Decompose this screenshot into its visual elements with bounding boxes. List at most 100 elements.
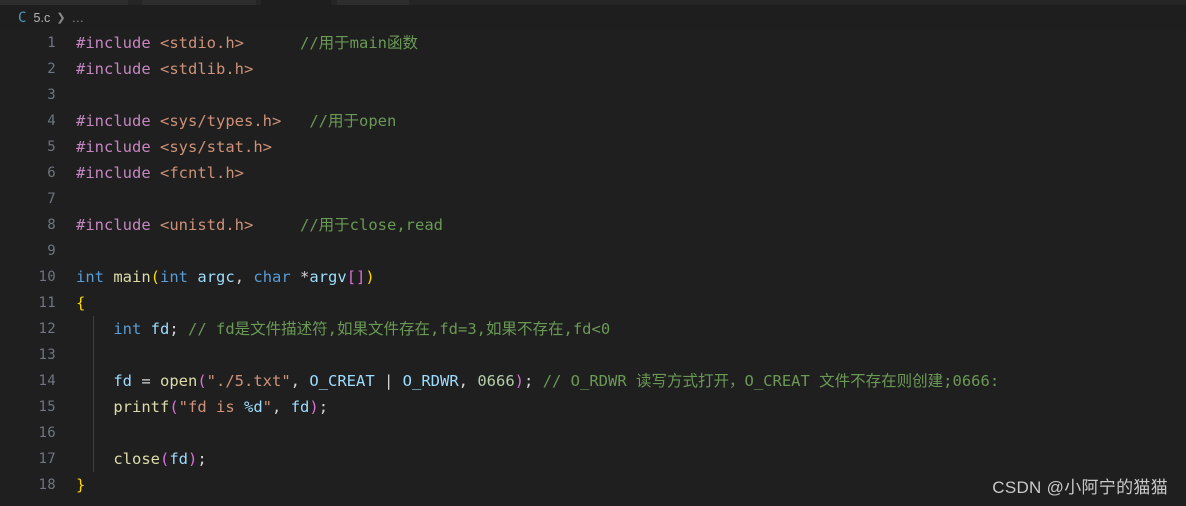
code-token: #include (76, 34, 151, 52)
code-line-content[interactable]: #include <fcntl.h> (76, 160, 244, 186)
code-token: //用于open (309, 112, 397, 130)
code-token: "./5.txt" (206, 372, 291, 390)
code-token: ) (514, 372, 525, 390)
code-token: fd (150, 320, 170, 338)
code-line-content[interactable]: #include <unistd.h> //用于close,read (76, 212, 443, 238)
code-line[interactable]: 2 #include <stdlib.h> (0, 56, 1186, 82)
code-line-content[interactable]: } (76, 472, 85, 498)
line-number: 12 (38, 321, 56, 337)
code-token: printf (113, 398, 170, 416)
indent-guide (93, 420, 94, 446)
code-line-content[interactable]: close(fd); (76, 446, 206, 472)
code-line-content[interactable]: #include <stdio.h> //用于main函数 (76, 30, 418, 56)
code-token: , (234, 268, 254, 286)
code-line-content[interactable]: int main(int argc, char *argv[]) (76, 264, 375, 290)
code-line-content[interactable]: printf("fd is %d", fd); (76, 394, 328, 420)
code-token: " (262, 398, 273, 416)
code-line[interactable]: 9 (0, 238, 1186, 264)
line-number: 14 (38, 373, 56, 389)
code-token: main (113, 268, 151, 286)
line-number: 15 (38, 399, 56, 415)
code-line[interactable]: 5 #include <sys/stat.h> (0, 134, 1186, 160)
line-number: 3 (47, 87, 56, 103)
code-token: <sys/stat.h> (160, 138, 272, 156)
code-token: int (113, 320, 142, 338)
code-line-content[interactable]: int fd; // fd是文件描述符,如果文件存在,fd=3,如果不存在,fd… (76, 316, 610, 342)
code-line[interactable]: 14 fd = open("./5.txt", O_CREAT | O_RDWR… (0, 368, 1186, 394)
line-number: 7 (47, 191, 56, 207)
code-token: ( (160, 450, 170, 468)
code-token: <stdlib.h> (160, 60, 254, 78)
indent-guide (93, 342, 94, 368)
code-token: ; (318, 398, 329, 416)
breadcrumb-file-name[interactable]: 5.c (33, 11, 50, 25)
code-line[interactable]: 10 int main(int argc, char *argv[]) (0, 264, 1186, 290)
line-number: 16 (38, 425, 56, 441)
line-number: 11 (38, 295, 56, 311)
code-token: int (76, 268, 104, 286)
code-line[interactable]: 12 int fd; // fd是文件描述符,如果文件存在,fd=3,如果不存在… (0, 316, 1186, 342)
watermark: CSDN @小阿宁的猫猫 (992, 478, 1168, 497)
code-line-content[interactable]: #include <sys/types.h> //用于open (76, 108, 396, 134)
code-line-content[interactable]: fd = open("./5.txt", O_CREAT | O_RDWR, 0… (76, 368, 999, 394)
code-token: // O_RDWR 读写方式打开，O_CREAT 文件不存在则创建;0666: (542, 372, 1000, 390)
code-line[interactable]: 7 (0, 186, 1186, 212)
code-line[interactable]: 4 #include <sys/types.h> //用于open (0, 108, 1186, 134)
line-number: 10 (38, 269, 56, 285)
code-token: #include (76, 60, 151, 78)
code-token: //用于main函数 (300, 34, 418, 52)
code-token: ) (188, 450, 198, 468)
code-line[interactable]: 6 #include <fcntl.h> (0, 160, 1186, 186)
code-token: ; (524, 372, 543, 390)
code-token: <stdio.h> (160, 34, 244, 52)
line-number: 9 (47, 243, 56, 259)
code-token: %d (244, 398, 263, 416)
line-number: 17 (38, 451, 56, 467)
code-token: <fcntl.h> (160, 164, 244, 182)
c-language-icon: C (18, 9, 27, 26)
code-line-content[interactable]: { (76, 290, 85, 316)
line-number: 5 (47, 139, 56, 155)
breadcrumb[interactable]: C 5.c ❯ … (0, 5, 1186, 30)
code-token: #include (76, 216, 151, 234)
code-token: O_CREAT (309, 372, 375, 390)
code-token: ) (309, 398, 319, 416)
code-line[interactable]: 1 #include <stdio.h> //用于main函数 (0, 30, 1186, 56)
code-line[interactable]: 17 close(fd); (0, 446, 1186, 472)
code-token: argc (197, 268, 235, 286)
code-token: = (132, 372, 160, 390)
code-token: <unistd.h> (160, 216, 254, 234)
line-number: 4 (47, 113, 56, 129)
code-line[interactable]: 15 printf("fd is %d", fd); (0, 394, 1186, 420)
code-line[interactable]: 16 (0, 420, 1186, 446)
code-editor[interactable]: 1 #include <stdio.h> //用于main函数 2 #include … (0, 30, 1186, 506)
code-token: fd (290, 398, 310, 416)
code-line[interactable]: 11 { (0, 290, 1186, 316)
code-token: , (458, 372, 478, 390)
code-line-content[interactable]: #include <sys/stat.h> (76, 134, 272, 160)
code-line-content[interactable]: #include <stdlib.h> (76, 56, 253, 82)
breadcrumb-more[interactable]: … (72, 11, 86, 25)
code-token: // fd是文件描述符,如果文件存在,fd=3,如果不存在,fd<0 (188, 320, 611, 338)
code-token: ( (150, 268, 161, 286)
chevron-right-icon: ❯ (56, 12, 66, 24)
code-token: <sys/types.h> (160, 112, 282, 130)
code-token: , (272, 398, 291, 416)
code-token: open (160, 372, 198, 390)
code-token: //用于close,read (300, 216, 443, 234)
code-line[interactable]: 13 (0, 342, 1186, 368)
code-line[interactable]: 3 (0, 82, 1186, 108)
code-line[interactable]: 8 #include <unistd.h> //用于close,read (0, 212, 1186, 238)
line-number: 18 (38, 477, 56, 493)
line-number: 6 (47, 165, 56, 181)
